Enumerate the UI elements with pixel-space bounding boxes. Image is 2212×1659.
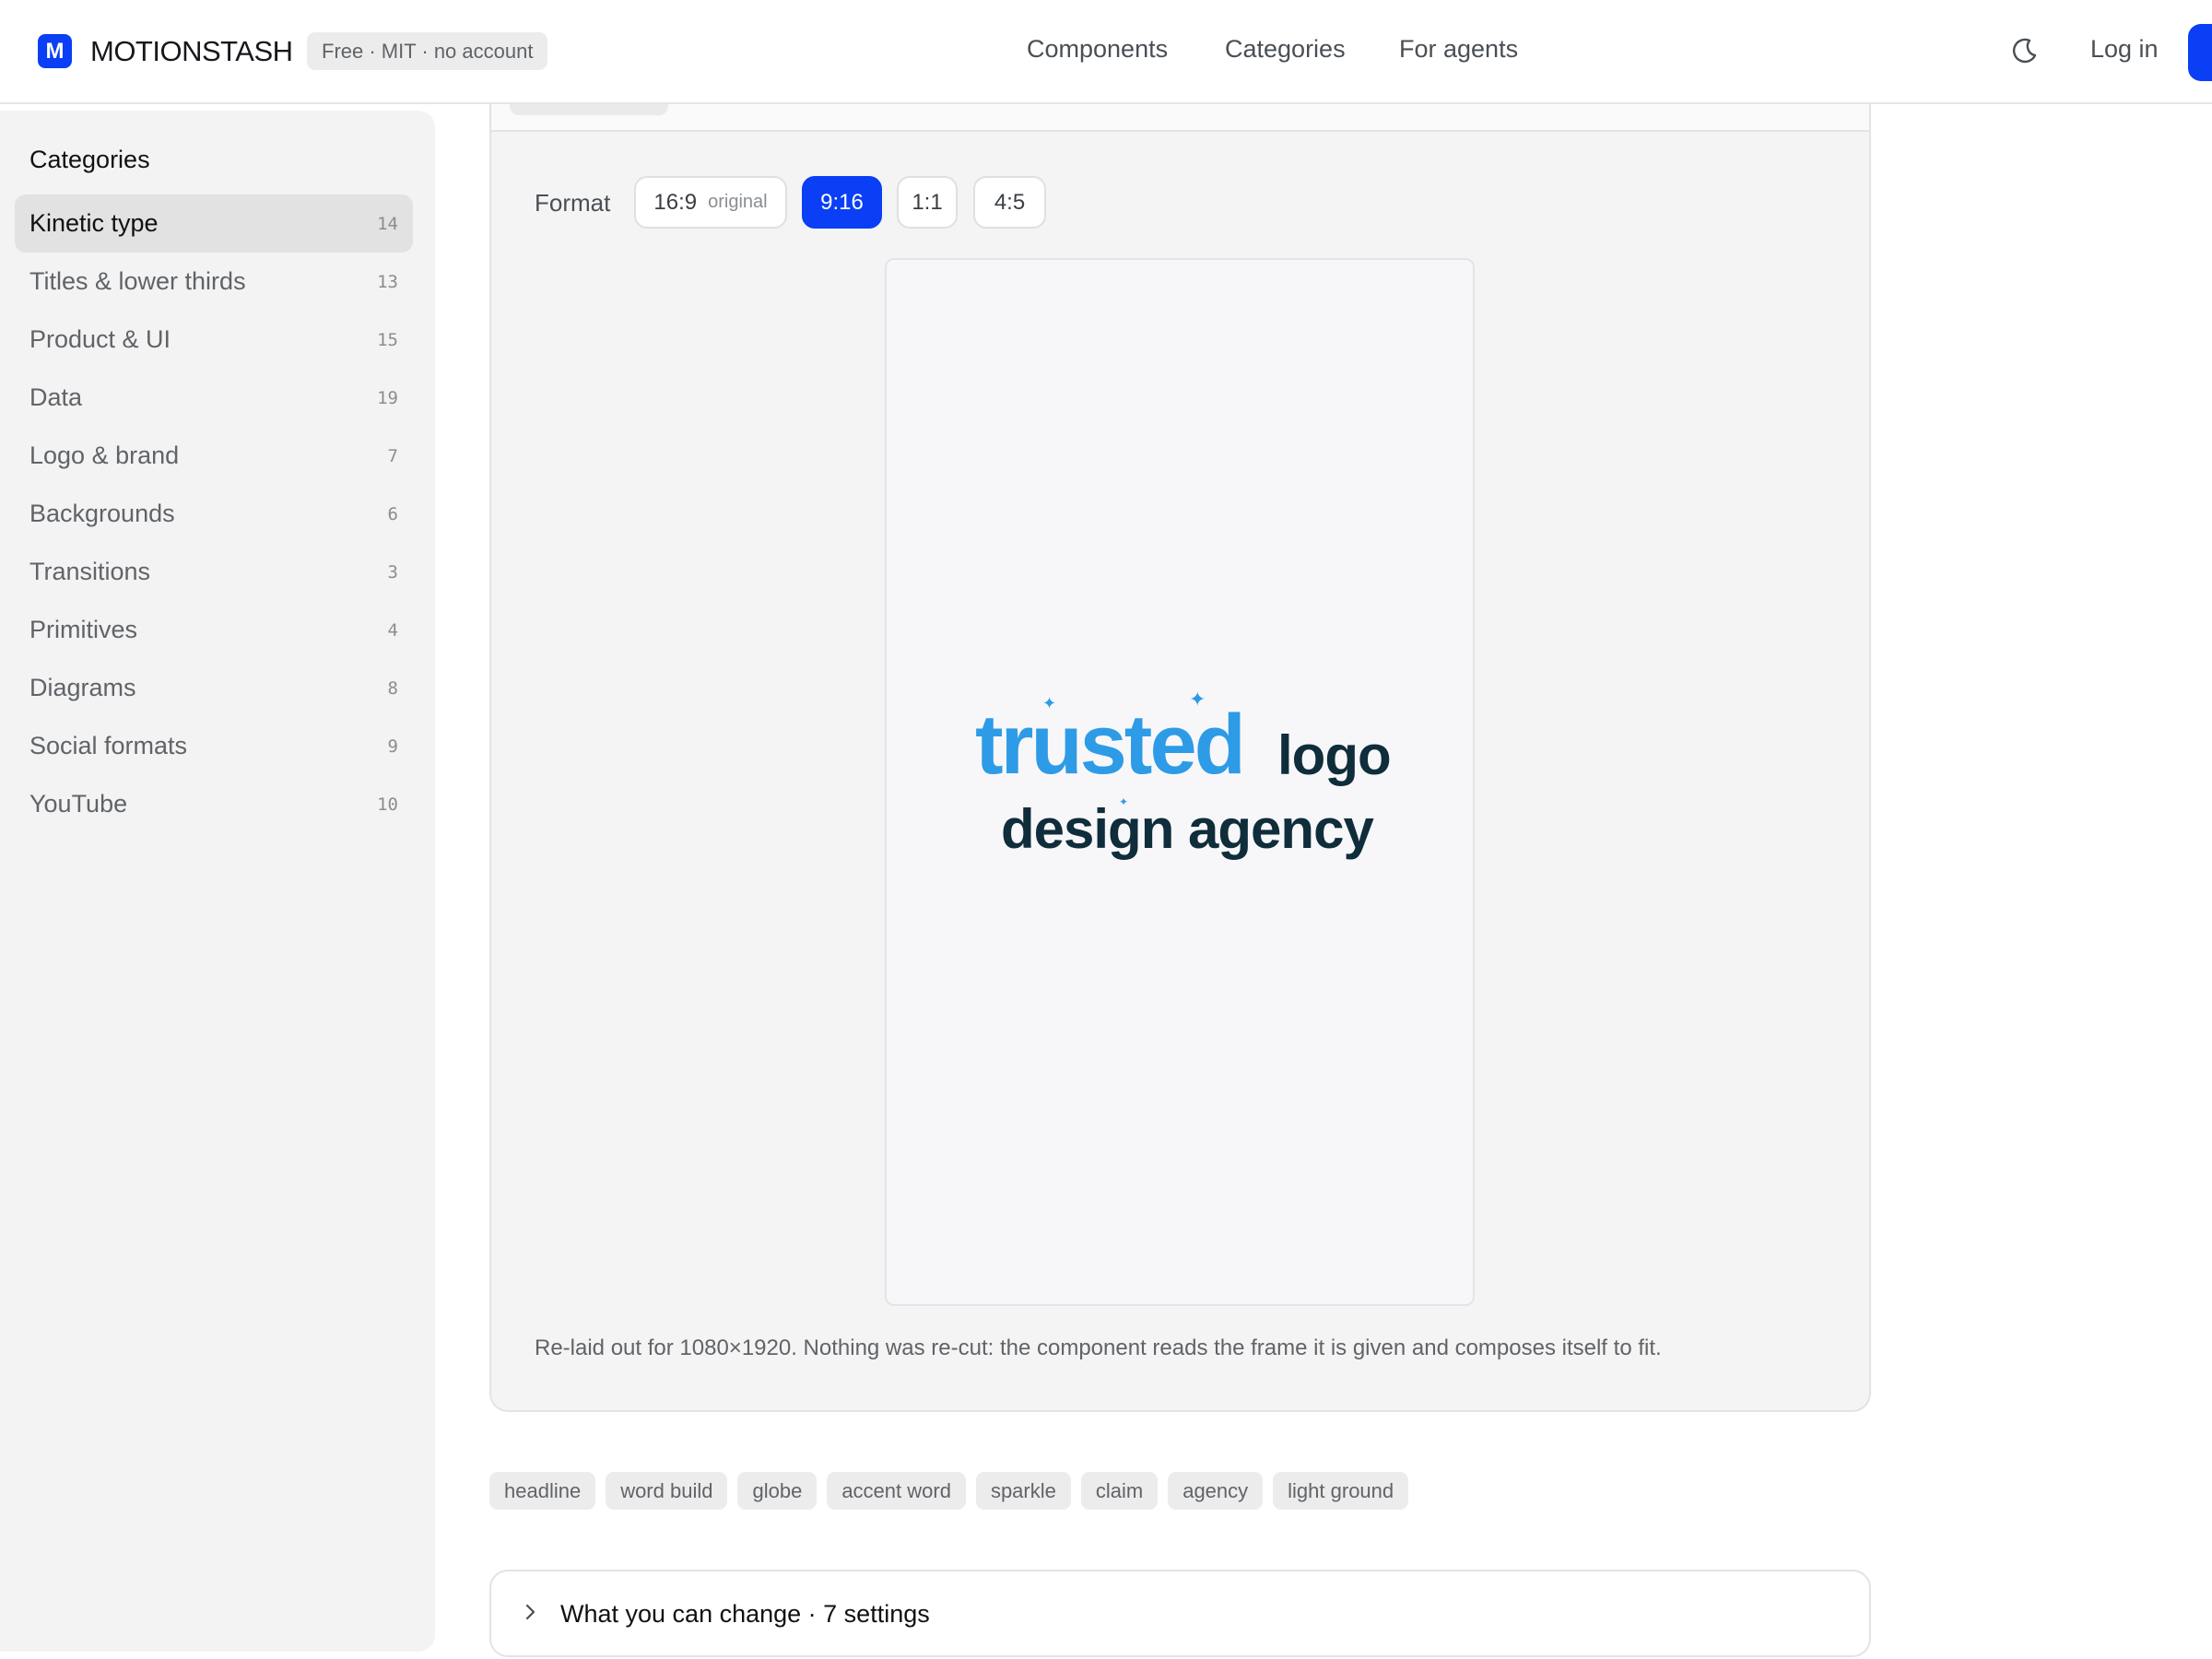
- tag[interactable]: headline: [489, 1472, 596, 1510]
- sidebar-title: Categories: [29, 146, 150, 173]
- sidebar-item-label: Social formats: [29, 732, 188, 759]
- format-1-1-button[interactable]: 1:1: [897, 176, 958, 229]
- sidebar-item-data[interactable]: Data 19: [15, 369, 413, 427]
- sidebar-item-count: 9: [387, 735, 398, 757]
- sidebar-item-label: Titles & lower thirds: [29, 267, 246, 295]
- preview-tab[interactable]: [510, 104, 668, 115]
- sidebar-item-count: 13: [377, 271, 398, 292]
- sidebar-item-transitions[interactable]: Transitions 3: [15, 543, 413, 601]
- sidebar-item-label: Product & UI: [29, 325, 171, 353]
- sidebar-item-label: Primitives: [29, 616, 138, 643]
- settings-accordion-label[interactable]: What you can change · 7 settings: [560, 1600, 930, 1629]
- sidebar-item-primitives[interactable]: Primitives 4: [15, 601, 413, 659]
- nav-categories-link[interactable]: Categories: [1225, 35, 1346, 64]
- chevron-right-icon[interactable]: [520, 1602, 540, 1622]
- preview-tab-strip: [489, 104, 1871, 132]
- format-16-9-button[interactable]: 16:9 original: [634, 176, 787, 229]
- headline-accent-word: trusted: [975, 698, 1246, 792]
- preview-caption: Re-laid out for 1080×1920. Nothing was r…: [535, 1335, 1662, 1360]
- tag[interactable]: claim: [1080, 1472, 1159, 1510]
- sidebar-item-label: Diagrams: [29, 674, 136, 701]
- format-option-sub: original: [708, 192, 768, 212]
- sidebar-item-label: Logo & brand: [29, 441, 180, 469]
- tag[interactable]: sparkle: [975, 1472, 1071, 1510]
- sidebar-item-count: 10: [377, 794, 398, 815]
- format-9-16-button[interactable]: 9:16: [802, 176, 882, 229]
- sidebar-item-social-formats[interactable]: Social formats 9: [15, 717, 413, 775]
- format-label: Format: [535, 189, 611, 217]
- sidebar-item-youtube[interactable]: YouTube 10: [15, 775, 413, 833]
- format-4-5-button[interactable]: 4:5: [973, 176, 1046, 229]
- top-nav: M MOTIONSTASH Free · MIT · no account Co…: [0, 0, 2212, 104]
- tag[interactable]: light ground: [1273, 1472, 1409, 1510]
- sidebar-item-label: Backgrounds: [29, 500, 175, 527]
- brand-logo-icon: M: [38, 34, 72, 68]
- sidebar-item-count: 14: [377, 213, 398, 234]
- headline-word: logo: [1277, 724, 1392, 786]
- sidebar-item-count: 19: [377, 387, 398, 408]
- sparkle-icon: ✦: [1042, 694, 1057, 712]
- tag[interactable]: word build: [606, 1472, 728, 1510]
- category-list: Kinetic type 14 Titles & lower thirds 13…: [15, 194, 413, 833]
- category-sidebar: Categories Kinetic type 14 Titles & lowe…: [0, 111, 435, 1652]
- headline-line-two: design agency: [1001, 798, 1374, 860]
- sidebar-item-label: Transitions: [29, 558, 151, 585]
- cta-button[interactable]: [2188, 24, 2212, 81]
- moon-icon[interactable]: [2009, 35, 2041, 66]
- sidebar-item-backgrounds[interactable]: Backgrounds 6: [15, 485, 413, 543]
- sidebar-item-label: YouTube: [29, 790, 128, 818]
- nav-components-link[interactable]: Components: [1027, 35, 1168, 64]
- sidebar-item-count: 4: [387, 619, 398, 641]
- license-badge: Free · MIT · no account: [307, 32, 548, 70]
- sidebar-item-logo-brand[interactable]: Logo & brand 7: [15, 427, 413, 485]
- sidebar-item-kinetic-type[interactable]: Kinetic type 14: [15, 194, 413, 253]
- sidebar-item-label: Kinetic type: [29, 209, 159, 237]
- sidebar-item-count: 6: [387, 503, 398, 524]
- sidebar-item-diagrams[interactable]: Diagrams 8: [15, 659, 413, 717]
- sparkle-icon: ✦: [1119, 795, 1129, 808]
- brand-name: MOTIONSTASH: [90, 34, 293, 67]
- sidebar-item-count: 7: [387, 445, 398, 466]
- tag[interactable]: accent word: [827, 1472, 966, 1510]
- format-option-label: 16:9: [653, 189, 698, 215]
- format-option-label: 4:5: [994, 189, 1026, 215]
- sidebar-item-count: 8: [387, 677, 398, 699]
- sparkle-icon: ✦: [1189, 688, 1206, 711]
- sidebar-item-count: 15: [377, 329, 398, 350]
- sidebar-item-titles-lower-thirds[interactable]: Titles & lower thirds 13: [15, 253, 413, 311]
- sidebar-item-product-ui[interactable]: Product & UI 15: [15, 311, 413, 369]
- format-option-label: 9:16: [820, 189, 864, 215]
- brand[interactable]: M MOTIONSTASH: [38, 34, 293, 68]
- sidebar-item-count: 3: [387, 561, 398, 582]
- tag-list: headline word build globe accent word sp…: [489, 1472, 1409, 1510]
- tag[interactable]: agency: [1168, 1472, 1264, 1510]
- tag[interactable]: globe: [737, 1472, 818, 1510]
- login-link[interactable]: Log in: [2090, 35, 2159, 64]
- format-option-label: 1:1: [912, 189, 943, 215]
- sidebar-item-label: Data: [29, 383, 83, 411]
- nav-for-agents-link[interactable]: For agents: [1399, 35, 1518, 64]
